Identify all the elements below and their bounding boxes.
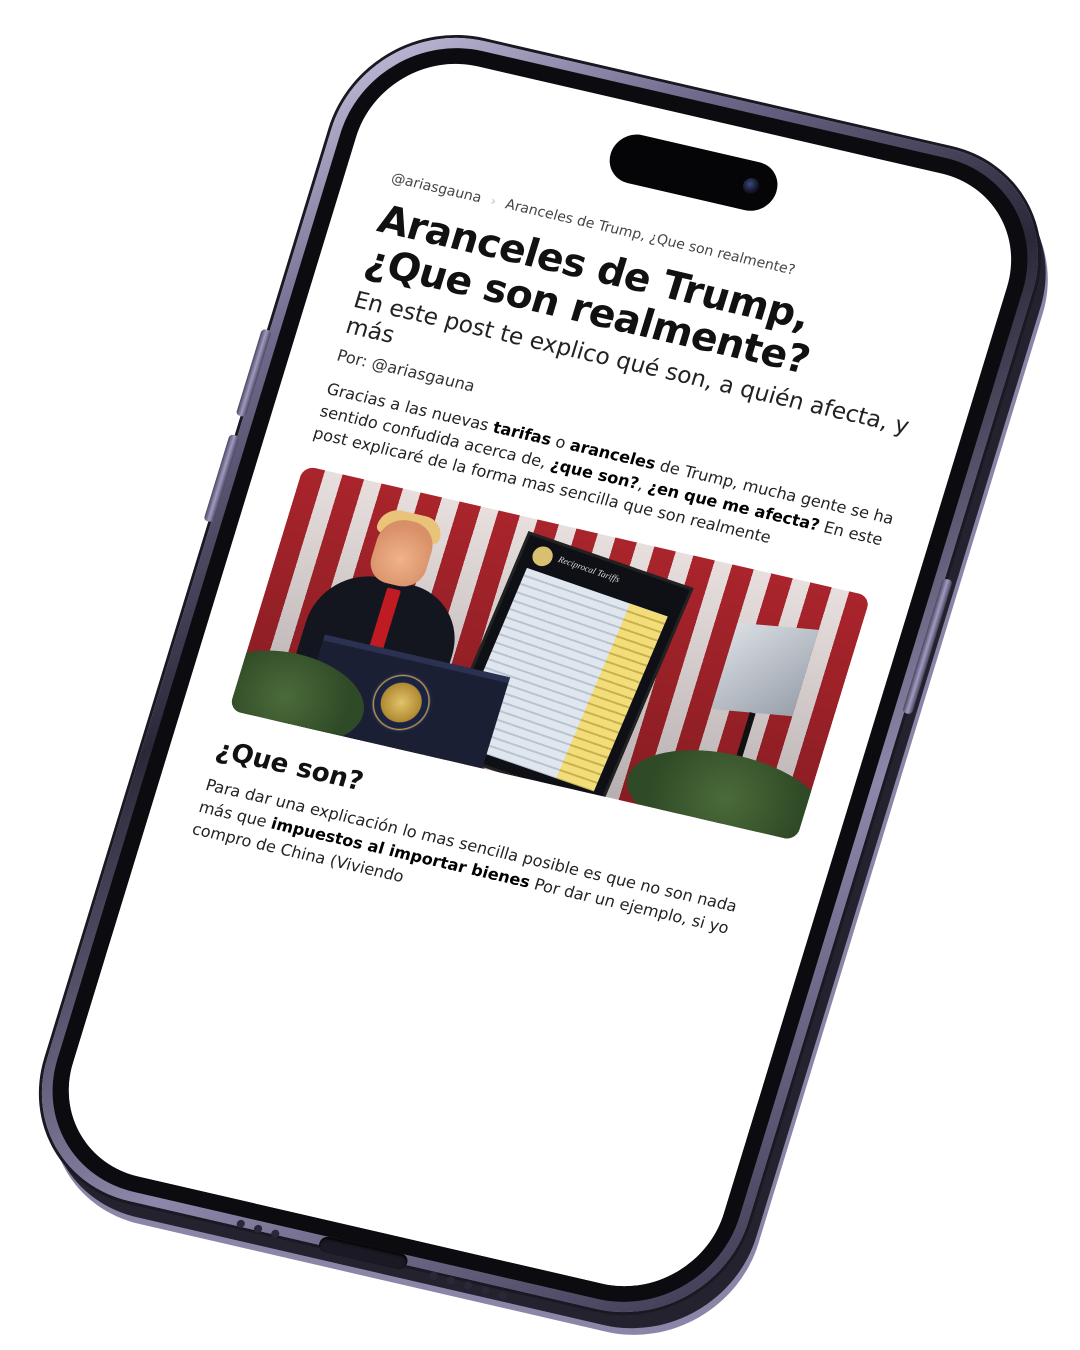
camera-icon bbox=[740, 176, 762, 196]
phone-mockup: @ariasgauna › Aranceles de Trump, ¿Que s… bbox=[11, 14, 1069, 1336]
dynamic-island bbox=[603, 129, 784, 216]
chevron-right-icon: › bbox=[488, 193, 499, 210]
stage: @ariasgauna › Aranceles de Trump, ¿Que s… bbox=[0, 0, 1080, 1350]
phone-screen: @ariasgauna › Aranceles de Trump, ¿Que s… bbox=[44, 44, 1036, 1306]
seal-icon bbox=[529, 543, 557, 569]
